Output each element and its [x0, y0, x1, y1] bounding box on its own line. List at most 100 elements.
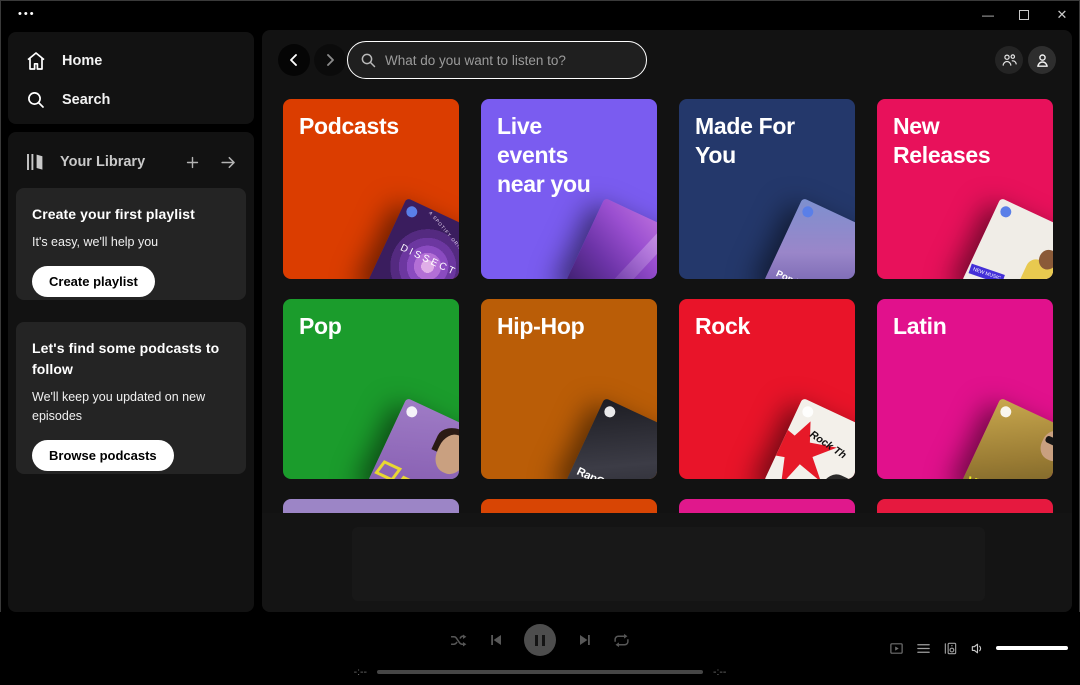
category-tile-rock[interactable]: Rock Rock Th	[679, 299, 855, 479]
album-art: Pop Mix	[764, 198, 855, 279]
album-art: Rock Th	[764, 398, 855, 479]
player-right-controls	[888, 640, 1068, 656]
chevron-left-icon	[286, 52, 302, 68]
shuffle-icon	[450, 632, 467, 649]
next-button[interactable]	[576, 632, 593, 649]
category-tile-pop[interactable]: Pop	[283, 299, 459, 479]
previous-icon	[488, 632, 504, 648]
pause-button[interactable]	[524, 624, 556, 656]
tile-label: Rock	[679, 299, 855, 354]
art-text: RapCavi	[575, 466, 620, 479]
expand-library-button[interactable]	[218, 152, 238, 172]
spotify-logo-icon	[999, 205, 1014, 220]
art-text: DISSECT	[384, 236, 459, 279]
search-icon	[360, 52, 377, 69]
arrow-right-icon	[219, 153, 238, 172]
card-title: Let's find some podcasts to follow	[32, 338, 232, 380]
now-playing-view-button[interactable]	[888, 640, 904, 656]
your-library-button[interactable]: Your Library	[24, 150, 145, 174]
create-playlist-card: Create your first playlist It's easy, we…	[16, 188, 246, 300]
create-playlist-plus-button[interactable]	[182, 152, 202, 172]
create-playlist-button[interactable]: Create playlist	[32, 266, 155, 297]
pause-icon	[535, 635, 538, 646]
spotify-logo-icon	[999, 405, 1014, 420]
library-title: Your Library	[60, 154, 145, 170]
sidebar-item-label: Search	[62, 92, 110, 108]
back-button[interactable]	[278, 44, 310, 76]
art-text: Pop Mix	[774, 268, 812, 279]
close-button[interactable]: ✕	[1045, 0, 1079, 30]
category-tile-live-events[interactable]: Live events near you	[481, 99, 657, 279]
maximize-icon	[1019, 10, 1029, 20]
album-art: A SPOTIFY ORIGINAL DISSECT	[368, 198, 459, 279]
spotify-logo-icon	[801, 205, 816, 220]
tile-label: Live events near you	[481, 99, 631, 212]
card-subtitle: We'll keep you updated on new episodes	[32, 388, 222, 426]
player-bar: -:-- -:--	[0, 612, 1080, 685]
app-menu-button[interactable]: •••	[18, 8, 36, 20]
card-subtitle: It's easy, we'll help you	[32, 233, 230, 252]
category-tile-hip-hop[interactable]: Hip-Hop RapCavi Lil Baby	[481, 299, 657, 479]
tile-label: New Releases	[877, 99, 1053, 183]
category-tile-latin[interactable]: Latin VIVA LATINO	[877, 299, 1053, 479]
connect-device-button[interactable]	[942, 640, 958, 656]
main-panel: Podcasts A SPOTIFY ORIGINAL DISSECT Live…	[262, 30, 1072, 612]
minimize-button[interactable]: —	[971, 0, 1005, 30]
previous-button[interactable]	[487, 632, 504, 649]
browse-podcasts-button[interactable]: Browse podcasts	[32, 440, 174, 471]
elapsed-time: -:--	[341, 666, 367, 678]
volume-slider[interactable]	[996, 646, 1068, 650]
album-art	[368, 398, 459, 479]
album-art: VIVA LATINO	[962, 398, 1053, 479]
category-tile-podcasts[interactable]: Podcasts A SPOTIFY ORIGINAL DISSECT	[283, 99, 459, 279]
search-input[interactable]	[385, 53, 634, 68]
volume-button[interactable]	[969, 640, 985, 656]
shuffle-button[interactable]	[450, 632, 467, 649]
repeat-icon	[613, 632, 630, 649]
art-text: VIVA LATINO	[965, 474, 1040, 479]
spotify-logo-icon	[405, 405, 420, 420]
duration-time: -:--	[713, 666, 739, 678]
category-tile-made-for-you[interactable]: Made For You Pop Mix	[679, 99, 855, 279]
art-subtext: NEW MUSIC	[969, 264, 1006, 279]
sidebar-item-home[interactable]: Home	[24, 45, 238, 77]
tile-label: Pop	[283, 299, 459, 354]
app-window: ••• — ✕ Home Search Your Library	[0, 0, 1080, 685]
next-icon	[577, 632, 593, 648]
queue-button[interactable]	[915, 640, 931, 656]
queue-icon	[916, 641, 931, 656]
progress-section: -:-- -:--	[0, 666, 1080, 678]
card-title: Create your first playlist	[32, 204, 230, 225]
library-icon	[24, 150, 48, 174]
tile-label: Latin	[877, 299, 1053, 354]
sidebar-library: Your Library Create your first playlist …	[8, 132, 254, 612]
now-playing-view-icon	[889, 641, 904, 656]
home-icon	[24, 49, 48, 73]
bottom-fade-overlay	[262, 513, 1072, 612]
album-art: NEW MUSIC FRIDAY	[962, 198, 1053, 279]
search-bar[interactable]	[347, 41, 647, 79]
plus-icon	[184, 154, 201, 171]
sidebar-nav: Home Search	[8, 32, 254, 124]
library-header: Your Library	[24, 144, 238, 180]
find-podcasts-card: Let's find some podcasts to follow We'll…	[16, 322, 246, 474]
friend-activity-button[interactable]	[995, 46, 1023, 74]
connect-device-icon	[943, 641, 958, 656]
spotify-logo-icon	[405, 205, 420, 220]
progress-bar[interactable]	[377, 670, 703, 674]
chevron-right-icon	[322, 52, 338, 68]
spotify-logo-icon	[603, 405, 618, 420]
profile-button[interactable]	[1028, 46, 1056, 74]
bottom-banner-area	[352, 527, 985, 601]
maximize-button[interactable]	[1007, 0, 1041, 30]
forward-button[interactable]	[314, 44, 346, 76]
friends-icon	[1001, 52, 1018, 69]
album-art: RapCavi Lil Baby	[566, 398, 657, 479]
repeat-button[interactable]	[613, 632, 630, 649]
category-tile-new-releases[interactable]: New Releases NEW MUSIC FRIDAY	[877, 99, 1053, 279]
titlebar: ••• — ✕	[0, 0, 1080, 30]
art-subtext: A SPOTIFY ORIGINAL	[428, 210, 459, 262]
spotify-logo-icon	[801, 405, 816, 420]
sidebar-item-search[interactable]: Search	[24, 84, 238, 116]
search-icon	[24, 88, 48, 112]
